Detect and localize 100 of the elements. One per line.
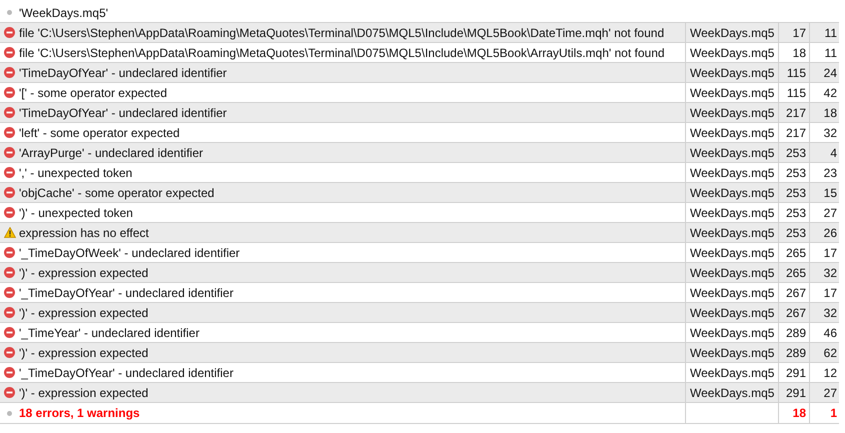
line-cell: 115 bbox=[778, 63, 809, 82]
line-cell: 253 bbox=[778, 183, 809, 202]
column-cell: 24 bbox=[809, 63, 839, 82]
line-cell: 267 bbox=[778, 283, 809, 302]
line-cell: 267 bbox=[778, 303, 809, 322]
message-row[interactable]: ',' - unexpected token WeekDays.mq5 253 23 bbox=[0, 163, 839, 183]
file-cell: WeekDays.mq5 bbox=[685, 43, 778, 62]
column-cell: 32 bbox=[809, 303, 839, 322]
file-cell: WeekDays.mq5 bbox=[685, 263, 778, 282]
column-cell: 11 bbox=[809, 23, 839, 42]
line-cell: 17 bbox=[778, 23, 809, 42]
file-cell: WeekDays.mq5 bbox=[685, 283, 778, 302]
line-cell: 253 bbox=[778, 163, 809, 182]
error-icon bbox=[4, 187, 15, 198]
file-cell: WeekDays.mq5 bbox=[685, 63, 778, 82]
message-row[interactable]: '_TimeDayOfYear' - undeclared identifier WeekDays.mq5 291 12 bbox=[0, 363, 839, 383]
warning-icon bbox=[4, 227, 16, 238]
error-icon bbox=[4, 107, 15, 118]
message-text: 'TimeDayOfYear' - undeclared identifier bbox=[19, 106, 227, 120]
message-row[interactable]: file 'C:\Users\Stephen\AppData\Roaming\MetaQuotes\Terminal\D075\MQL5\Include\MQL5Book\DateTime.mqh' not found WeekDays.mq5 17 11 bbox=[0, 23, 839, 43]
message-row[interactable]: 'TimeDayOfYear' - undeclared identifier WeekDays.mq5 217 18 bbox=[0, 103, 839, 123]
column-cell: 17 bbox=[809, 283, 839, 302]
message-text: ')' - expression expected bbox=[19, 306, 148, 320]
message-row[interactable]: file 'C:\Users\Stephen\AppData\Roaming\MetaQuotes\Terminal\D075\MQL5\Include\MQL5Book\ArrayUtils.mqh' not found WeekDays.mq5 18 11 bbox=[0, 43, 839, 63]
file-cell: WeekDays.mq5 bbox=[685, 143, 778, 162]
message-row[interactable]: ')' - expression expected WeekDays.mq5 289 62 bbox=[0, 343, 839, 363]
error-icon bbox=[4, 327, 15, 338]
message-row[interactable]: 'left' - some operator expected WeekDays.mq5 217 32 bbox=[0, 123, 839, 143]
error-icon bbox=[4, 307, 15, 318]
column-cell: 15 bbox=[809, 183, 839, 202]
message-row[interactable]: '_TimeDayOfYear' - undeclared identifier WeekDays.mq5 267 17 bbox=[0, 283, 839, 303]
file-cell: WeekDays.mq5 bbox=[685, 103, 778, 122]
error-icon bbox=[4, 67, 15, 78]
column-cell: 46 bbox=[809, 323, 839, 342]
message-row[interactable]: 'ArrayPurge' - undeclared identifier WeekDays.mq5 253 4 bbox=[0, 143, 839, 163]
error-icon bbox=[4, 167, 15, 178]
message-row[interactable]: '[' - some operator expected WeekDays.mq5 115 42 bbox=[0, 83, 839, 103]
message-row[interactable]: ')' - expression expected WeekDays.mq5 267 32 bbox=[0, 303, 839, 323]
error-icon bbox=[4, 287, 15, 298]
line-cell: 265 bbox=[778, 263, 809, 282]
column-cell: 23 bbox=[809, 163, 839, 182]
error-icon bbox=[4, 267, 15, 278]
message-text: '_TimeDayOfWeek' - undeclared identifier bbox=[19, 246, 240, 260]
line-cell: 289 bbox=[778, 323, 809, 342]
error-icon bbox=[4, 207, 15, 218]
column-cell: 4 bbox=[809, 143, 839, 162]
message-row[interactable]: ')' - expression expected WeekDays.mq5 291 27 bbox=[0, 383, 839, 403]
column-cell: 12 bbox=[809, 363, 839, 382]
file-cell: WeekDays.mq5 bbox=[685, 23, 778, 42]
message-row[interactable]: ')' - unexpected token WeekDays.mq5 253 27 bbox=[0, 203, 839, 223]
bullet-icon bbox=[7, 10, 12, 15]
message-text: ',' - unexpected token bbox=[19, 166, 132, 180]
column-cell: 26 bbox=[809, 223, 839, 242]
file-cell: WeekDays.mq5 bbox=[685, 83, 778, 102]
column-cell: 32 bbox=[809, 263, 839, 282]
warning-count: 1 bbox=[809, 403, 839, 423]
column-cell: 17 bbox=[809, 243, 839, 262]
column-cell: 42 bbox=[809, 83, 839, 102]
line-cell: 253 bbox=[778, 223, 809, 242]
message-text: ')' - expression expected bbox=[19, 386, 148, 400]
line-cell: 253 bbox=[778, 143, 809, 162]
message-row[interactable]: ')' - expression expected WeekDays.mq5 265 32 bbox=[0, 263, 839, 283]
error-count: 18 bbox=[778, 403, 809, 423]
line-cell: 265 bbox=[778, 243, 809, 262]
column-cell: 27 bbox=[809, 383, 839, 402]
message-text: '_TimeDayOfYear' - undeclared identifier bbox=[19, 366, 234, 380]
error-icon bbox=[4, 387, 15, 398]
message-text: 'ArrayPurge' - undeclared identifier bbox=[19, 146, 204, 160]
message-text: '_TimeDayOfYear' - undeclared identifier bbox=[19, 286, 234, 300]
message-row[interactable]: '_TimeDayOfWeek' - undeclared identifier WeekDays.mq5 265 17 bbox=[0, 243, 839, 263]
line-cell: 115 bbox=[778, 83, 809, 102]
message-text: file 'C:\Users\Stephen\AppData\Roaming\MetaQuotes\Terminal\D075\MQL5\Include\MQL5Book\DateTime.mqh' not found bbox=[19, 26, 664, 40]
file-cell: WeekDays.mq5 bbox=[685, 383, 778, 402]
file-cell: WeekDays.mq5 bbox=[685, 223, 778, 242]
error-icon bbox=[4, 247, 15, 258]
column-cell: 32 bbox=[809, 123, 839, 142]
message-row[interactable]: '_TimeYear' - undeclared identifier WeekDays.mq5 289 46 bbox=[0, 323, 839, 343]
file-cell: WeekDays.mq5 bbox=[685, 323, 778, 342]
message-text: '_TimeYear' - undeclared identifier bbox=[19, 326, 200, 340]
line-cell: 291 bbox=[778, 383, 809, 402]
message-row[interactable]: expression has no effect WeekDays.mq5 253 26 bbox=[0, 223, 839, 243]
file-cell: WeekDays.mq5 bbox=[685, 203, 778, 222]
error-icon bbox=[4, 367, 15, 378]
message-row[interactable]: 'TimeDayOfYear' - undeclared identifier WeekDays.mq5 115 24 bbox=[0, 63, 839, 83]
line-cell: 18 bbox=[778, 43, 809, 62]
error-icon bbox=[4, 47, 15, 58]
message-text: expression has no effect bbox=[19, 226, 149, 240]
error-icon bbox=[4, 347, 15, 358]
message-text: ')' - unexpected token bbox=[19, 206, 133, 220]
message-text: 'left' - some operator expected bbox=[19, 126, 180, 140]
message-row[interactable]: 'objCache' - some operator expected WeekDays.mq5 253 15 bbox=[0, 183, 839, 203]
summary-text: 18 errors, 1 warnings bbox=[19, 406, 140, 420]
file-cell: WeekDays.mq5 bbox=[685, 123, 778, 142]
line-cell: 217 bbox=[778, 123, 809, 142]
line-cell: 291 bbox=[778, 363, 809, 382]
column-cell: 11 bbox=[809, 43, 839, 62]
error-icon bbox=[4, 87, 15, 98]
line-cell: 289 bbox=[778, 343, 809, 362]
column-cell: 27 bbox=[809, 203, 839, 222]
message-text: file 'C:\Users\Stephen\AppData\Roaming\MetaQuotes\Terminal\D075\MQL5\Include\MQL5Book\ArrayUtils.mqh' not found bbox=[19, 46, 665, 60]
